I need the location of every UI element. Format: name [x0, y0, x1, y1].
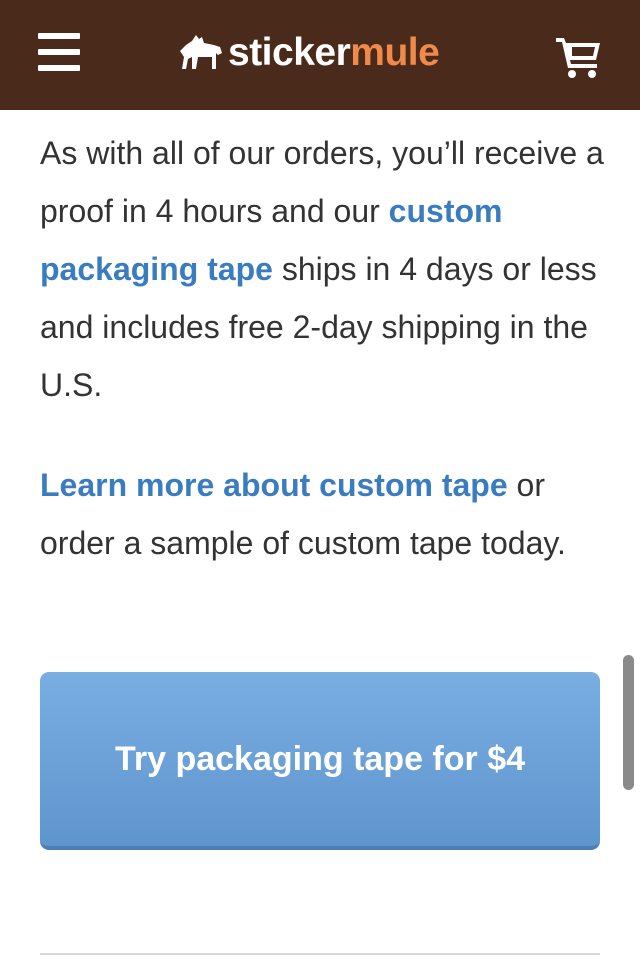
- shopping-cart-icon[interactable]: [556, 36, 602, 78]
- logo-text-mule: mule: [350, 31, 440, 74]
- top-header: stickermule: [0, 0, 640, 110]
- logo-text-sticker: sticker: [228, 31, 351, 74]
- section-divider: [40, 953, 600, 955]
- shipping-info-paragraph: As with all of our orders, you’ll receiv…: [40, 124, 605, 414]
- learn-more-custom-tape-link[interactable]: Learn more about custom tape: [40, 467, 508, 503]
- try-packaging-tape-button[interactable]: Try packaging tape for $4: [40, 672, 600, 850]
- sticker-mule-logo[interactable]: stickermule: [178, 28, 440, 78]
- shipping-text-start: As with all of our orders, you’ll receiv…: [40, 135, 604, 229]
- mule-icon: [180, 35, 222, 69]
- learn-more-paragraph: Learn more about custom tape or order a …: [40, 456, 605, 572]
- main-content: As with all of our orders, you’ll receiv…: [40, 124, 605, 572]
- hamburger-menu-icon[interactable]: [38, 33, 80, 73]
- scrollbar-thumb[interactable]: [623, 655, 634, 790]
